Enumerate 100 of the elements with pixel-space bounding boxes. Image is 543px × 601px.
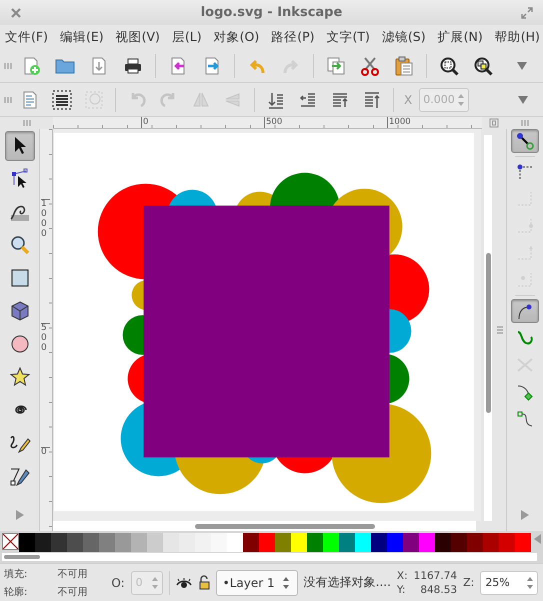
- clipboard-icon: [394, 56, 414, 76]
- color-swatch[interactable]: [467, 533, 483, 552]
- ruler-label: 1000: [41, 199, 50, 240]
- color-swatch[interactable]: [227, 533, 243, 552]
- snap-arrow-icon: [515, 131, 535, 151]
- color-swatch[interactable]: [291, 533, 307, 552]
- scissors-icon: [360, 56, 380, 76]
- curve-node-icon: [515, 409, 535, 429]
- ruler-label: 500: [41, 323, 50, 354]
- color-swatch[interactable]: [179, 533, 195, 552]
- grip-icon: [496, 326, 504, 334]
- menu-item[interactable]: 扩展(N): [438, 27, 483, 48]
- color-swatch[interactable]: [51, 533, 67, 552]
- visibility-toggle[interactable]: [176, 576, 192, 588]
- color-swatch[interactable]: [83, 533, 99, 552]
- color-swatch[interactable]: [355, 533, 371, 552]
- stroke-label: 轮廓:: [4, 586, 28, 598]
- magnifier-icon: [8, 234, 30, 256]
- grip-icon: [4, 62, 12, 70]
- close-button[interactable]: [10, 6, 22, 18]
- circle-icon: [8, 333, 30, 355]
- maximize-button[interactable]: [521, 6, 533, 18]
- color-swatch[interactable]: [483, 533, 499, 552]
- color-swatch[interactable]: [211, 533, 227, 552]
- color-swatch[interactable]: [435, 533, 451, 552]
- menu-item[interactable]: 文件(F): [5, 27, 48, 48]
- color-swatch[interactable]: [339, 533, 355, 552]
- menu-item[interactable]: 帮助(H): [494, 27, 540, 48]
- ruler-label: 0: [41, 447, 50, 458]
- spin-arrows-icon: [280, 576, 291, 590]
- layers-icon: [52, 90, 72, 110]
- spin-arrows-icon: [456, 92, 466, 106]
- cube-icon: [8, 300, 30, 322]
- no-color-swatch[interactable]: [2, 533, 19, 550]
- snap-toggle-button[interactable]: [511, 129, 539, 153]
- color-swatch[interactable]: [403, 533, 419, 552]
- grip-icon: [520, 119, 528, 127]
- color-swatch[interactable]: [371, 533, 387, 552]
- x-coordinate: 1167.74: [414, 570, 458, 582]
- snap-nodes-button[interactable]: [511, 299, 539, 323]
- page-corner-icon: [489, 118, 499, 128]
- menu-item[interactable]: 编辑(E): [60, 27, 104, 48]
- color-swatch[interactable]: [451, 533, 467, 552]
- menu-item[interactable]: 滤镜(S): [382, 27, 426, 48]
- menu-item[interactable]: 文字(T): [326, 27, 370, 48]
- color-swatch[interactable]: [275, 533, 291, 552]
- color-swatch[interactable]: [195, 533, 211, 552]
- color-swatch[interactable]: [67, 533, 83, 552]
- menu-item[interactable]: 路径(P): [271, 27, 315, 48]
- color-swatch[interactable]: [99, 533, 115, 552]
- color-swatch[interactable]: [515, 533, 531, 552]
- zoom-label: Z:: [463, 576, 474, 589]
- ruler-label: 500: [264, 117, 282, 128]
- ruler-label: 0: [141, 117, 148, 128]
- color-swatch[interactable]: [307, 533, 323, 552]
- maximize-icon: [521, 6, 533, 18]
- pages-arrow-icon: [326, 56, 346, 76]
- zoom-field[interactable]: 25%: [480, 570, 538, 594]
- color-swatch[interactable]: [259, 533, 275, 552]
- color-swatch[interactable]: [387, 533, 403, 552]
- lock-toggle[interactable]: [198, 575, 210, 590]
- layer-dropdown[interactable]: •Layer 1: [216, 570, 298, 596]
- color-swatch[interactable]: [19, 533, 35, 552]
- padlock-icon: [198, 575, 210, 590]
- color-swatch[interactable]: [243, 533, 259, 552]
- eye-icon: [176, 576, 192, 588]
- printer-icon: [123, 56, 143, 76]
- x-label: X: [404, 92, 412, 106]
- triangle-right-icon: [14, 509, 26, 521]
- corner-dot-icon: [515, 162, 535, 182]
- color-swatch[interactable]: [147, 533, 163, 552]
- color-swatch[interactable]: [323, 533, 339, 552]
- palette-scrollbar[interactable]: [2, 553, 537, 561]
- color-swatch[interactable]: [499, 533, 515, 552]
- close-icon: [10, 6, 22, 18]
- menu-item[interactable]: 层(L): [172, 27, 202, 48]
- color-swatch[interactable]: [419, 533, 435, 552]
- ruler-label: 1000: [387, 117, 411, 128]
- color-swatch[interactable]: [35, 533, 51, 552]
- menu-item[interactable]: 对象(O): [214, 27, 260, 48]
- triangle-left-icon: [533, 533, 543, 545]
- spin-arrows-icon: [150, 576, 160, 590]
- color-swatch[interactable]: [131, 533, 147, 552]
- x-label: X:: [396, 570, 408, 582]
- y-label: Y:: [396, 584, 406, 596]
- y-coordinate: 848.53: [420, 584, 458, 596]
- horizontal-scrollbar[interactable]: [53, 521, 476, 531]
- color-swatch[interactable]: [163, 533, 179, 552]
- stroke-value: 不可用: [57, 586, 88, 598]
- fill-label: 填充:: [4, 568, 28, 580]
- color-swatch[interactable]: [115, 533, 131, 552]
- logo-drawing[interactable]: [98, 172, 432, 504]
- circle-square-icon: [84, 90, 104, 110]
- fill-value: 不可用: [57, 568, 88, 580]
- vertical-scrollbar[interactable]: [484, 135, 492, 521]
- selector-tool[interactable]: [4, 131, 34, 161]
- triangle-right-icon: [519, 509, 531, 521]
- grip-icon: [22, 119, 30, 127]
- rectangle-icon: [8, 267, 30, 289]
- menu-item[interactable]: 视图(V): [116, 27, 160, 48]
